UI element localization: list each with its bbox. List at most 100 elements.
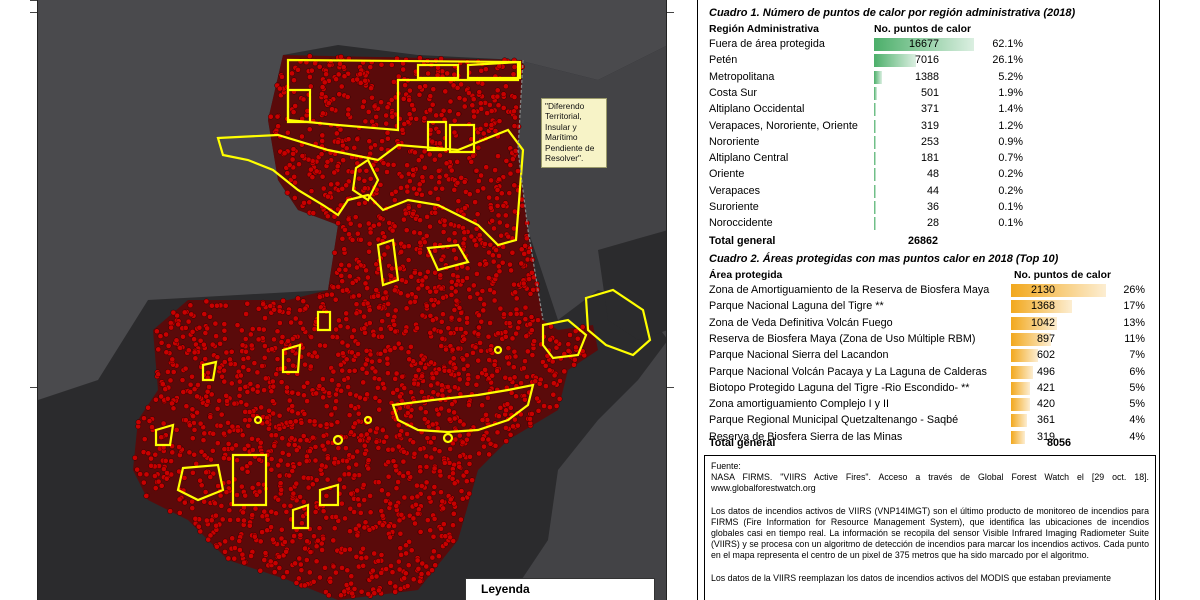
cuadro1-row: Suroriente 36 0.1% [698,200,1161,216]
hotspot-point [347,546,353,553]
hotspot-point [238,483,245,490]
hotspot-point [415,367,422,373]
hotspot-point [186,422,193,429]
hotspot-point [252,505,259,512]
hotspot-point [387,347,394,354]
hotspot-point [284,129,291,136]
hotspot-point [231,555,238,562]
hotspot-point [239,342,246,349]
hotspot-point [423,479,430,486]
hotspot-point [348,490,355,497]
hotspot-point [285,441,292,448]
hotspot-point [405,349,412,356]
hotspot-point [431,435,437,441]
hotspot-point [298,419,305,426]
hotspot-point [329,377,335,384]
hotspot-point [276,565,283,571]
hotspot-point [457,453,463,460]
hotspot-point [467,453,473,460]
hotspot-point [358,588,365,595]
hotspot-point [401,575,408,582]
hotspot-point [529,327,535,334]
hotspot-point [429,317,436,324]
hotspot-point [384,355,391,362]
hotspot-point [168,458,174,464]
hotspot-point [524,256,531,263]
hotspot-point [423,303,430,309]
hotspot-point [458,516,464,523]
hotspot-point [366,307,373,313]
hotspot-point [414,557,421,564]
hotspot-point [502,329,509,335]
hotspot-point [400,96,407,102]
hotspot-point [312,60,318,67]
hotspot-point [378,61,385,68]
hotspot-point [417,55,423,61]
hotspot-point [515,325,521,331]
hotspot-point [461,96,468,103]
cuadro1-row-label: Altiplano Occidental [709,103,805,116]
legend-panel[interactable]: Leyenda [465,578,655,600]
hotspot-point [362,280,369,287]
map-canvas[interactable] [38,0,667,600]
hotspot-point [417,446,424,453]
hotspot-point [307,363,314,370]
hotspot-map[interactable]: "Diferendo Territorial, Insular y Maríti… [37,0,667,600]
hotspot-point [435,196,441,202]
hotspot-point [221,446,228,452]
hotspot-point [508,389,515,396]
hotspot-point [385,311,391,318]
hotspot-point [423,453,430,460]
hotspot-point [378,570,385,576]
hotspot-point [320,185,327,192]
hotspot-point [451,71,458,78]
hotspot-point [482,367,488,373]
hotspot-point [496,219,503,226]
hotspot-point [431,446,438,453]
hotspot-point [503,438,510,444]
hotspot-point [380,160,387,166]
cuadro1-title: Cuadro 1. Número de puntos de calor por … [709,7,1076,19]
hotspot-point [329,106,335,113]
hotspot-point [320,394,326,401]
hotspot-point [158,393,165,400]
hotspot-point [448,221,454,228]
hotspot-point [353,553,360,560]
hotspot-point [349,454,356,460]
hotspot-point [289,389,296,396]
hotspot-point [316,63,323,70]
hotspot-point [279,74,285,80]
hotspot-point [259,363,265,369]
hotspot-point [313,168,320,175]
hotspot-point [228,380,235,387]
hotspot-point [405,257,412,263]
hotspot-point [419,192,425,198]
hotspot-point [292,103,299,109]
map-frame-tick [30,12,37,13]
hotspot-point [500,91,507,98]
hotspot-point [512,289,519,296]
hotspot-point [503,158,510,164]
hotspot-point [375,445,382,451]
hotspot-point [333,569,339,576]
hotspot-point [395,422,402,429]
hotspot-point [404,292,411,299]
hotspot-point [511,374,518,381]
hotspot-point [464,319,470,326]
hotspot-point [361,98,367,105]
hotspot-point [397,290,404,297]
hotspot-point [427,439,434,446]
hotspot-point [498,190,505,197]
hotspot-point [485,395,491,401]
hotspot-point [307,549,314,555]
hotspot-point [411,229,418,236]
hotspot-point [453,281,460,288]
hotspot-point [437,152,443,159]
cuadro2-row-percent: 4% [1129,430,1145,443]
hotspot-point [461,336,468,343]
hotspot-point [285,357,292,363]
hotspot-point [403,542,409,549]
hotspot-point [450,272,457,278]
hotspot-point [191,451,198,458]
hotspot-point [238,327,245,334]
